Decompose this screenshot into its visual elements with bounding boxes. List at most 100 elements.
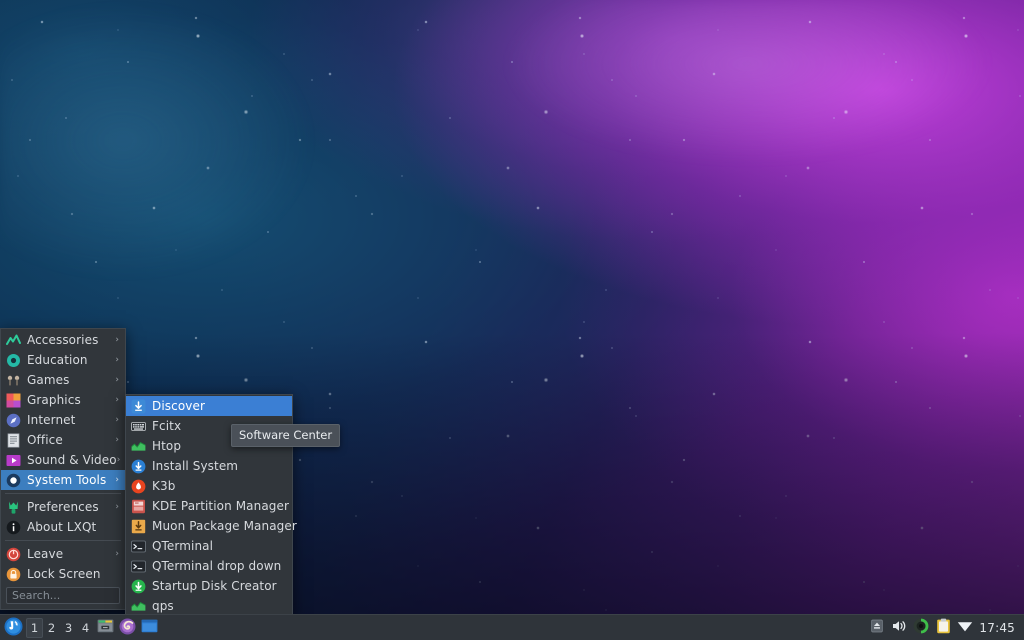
sound-video-icon — [6, 453, 21, 468]
chevron-right-icon: › — [115, 355, 119, 365]
lxqt-logo-icon — [4, 617, 23, 639]
submenu-item-k3b[interactable]: K3b — [126, 476, 292, 496]
desktop-label: 2 — [47, 620, 56, 635]
submenu-item-qterminal[interactable]: QTerminal — [126, 536, 292, 556]
education-icon — [6, 353, 21, 368]
menu-item-games[interactable]: Games › — [1, 370, 125, 390]
menu-item-label: Office — [27, 433, 63, 447]
tray-network[interactable] — [954, 615, 976, 640]
quick-launch-web-browser[interactable] — [116, 615, 138, 640]
clock-widget[interactable]: 17:45 — [976, 621, 1020, 635]
menu-item-leave[interactable]: Leave › — [1, 544, 125, 564]
menu-item-office[interactable]: Office › — [1, 430, 125, 450]
menu-item-label: System Tools — [27, 473, 107, 487]
submenu-item-label: Startup Disk Creator — [152, 579, 277, 593]
menu-item-label: Lock Screen — [27, 567, 101, 581]
menu-item-sound-video[interactable]: Sound & Video › — [1, 450, 125, 470]
menu-item-label: Leave — [27, 547, 64, 561]
office-icon — [6, 432, 21, 448]
submenu-item-label: QTerminal drop down — [152, 559, 282, 573]
menu-item-system-tools[interactable]: System Tools › — [1, 470, 125, 490]
chevron-right-icon: › — [115, 375, 119, 385]
menu-item-label: Preferences — [27, 500, 99, 514]
qterminal-icon — [131, 539, 146, 554]
submenu-item-label: Discover — [152, 399, 205, 413]
internet-icon — [6, 413, 21, 428]
submenu-item-qps[interactable]: qps — [126, 596, 292, 616]
submenu-item-install-system[interactable]: Install System — [126, 456, 292, 476]
volume-icon — [892, 619, 907, 636]
quick-launch-application[interactable] — [138, 615, 160, 640]
window-app-icon — [141, 619, 158, 636]
submenu-item-qterminal-drop-down[interactable]: QTerminal drop down — [126, 556, 292, 576]
clipboard-icon — [936, 618, 951, 637]
muon-package-icon — [131, 519, 146, 534]
menu-item-lock-screen[interactable]: Lock Screen — [1, 564, 125, 584]
network-icon — [957, 619, 973, 636]
system-tools-icon — [6, 473, 21, 488]
menu-item-education[interactable]: Education › — [1, 350, 125, 370]
chevron-right-icon: › — [115, 475, 119, 485]
desktop-switch-4[interactable]: 4 — [77, 618, 94, 638]
graphics-icon — [6, 393, 21, 408]
partition-manager-icon — [131, 499, 146, 514]
qterminal-dropdown-icon — [131, 559, 146, 574]
tray-clipboard[interactable] — [932, 615, 954, 640]
menu-item-about-lxqt[interactable]: About LXQt — [1, 517, 125, 537]
start-menu-button[interactable] — [0, 615, 26, 640]
submenu-item-discover[interactable]: Discover — [126, 396, 292, 416]
tray-volume[interactable] — [888, 615, 910, 640]
qps-icon — [131, 599, 146, 614]
chevron-right-icon: › — [115, 435, 119, 445]
submenu-item-label: qps — [152, 599, 174, 613]
menu-item-label: Education — [27, 353, 88, 367]
taskbar-panel: 1 2 3 4 17:45 — [0, 614, 1024, 640]
desktop-label: 3 — [64, 620, 73, 635]
menu-item-label: Internet — [27, 413, 76, 427]
submenu-item-label: Install System — [152, 459, 239, 473]
menu-separator — [5, 540, 121, 541]
menu-item-label: Sound & Video — [27, 453, 117, 467]
tray-eject[interactable] — [866, 615, 888, 640]
desktop-switch-2[interactable]: 2 — [43, 618, 60, 638]
about-info-icon — [6, 520, 21, 535]
submenu-item-label: K3b — [152, 479, 176, 493]
submenu-item-muon-package-manager[interactable]: Muon Package Manager — [126, 516, 297, 536]
menu-separator — [5, 493, 121, 494]
desktop-label: 4 — [81, 620, 90, 635]
system-tray: 17:45 — [866, 615, 1024, 640]
menu-item-label: Accessories — [27, 333, 99, 347]
discover-icon — [131, 399, 146, 414]
file-manager-icon — [97, 618, 114, 637]
desktop-switch-3[interactable]: 3 — [60, 618, 77, 638]
menu-item-label: Graphics — [27, 393, 81, 407]
menu-search-container — [1, 584, 125, 608]
menu-item-preferences[interactable]: Preferences › — [1, 497, 125, 517]
install-system-icon — [131, 459, 146, 474]
menu-item-label: About LXQt — [27, 520, 97, 534]
startup-disk-creator-icon — [131, 579, 146, 594]
lxqt-application-menu[interactable]: Accessories › Education › Games › Graphi… — [0, 328, 126, 610]
menu-item-accessories[interactable]: Accessories › — [1, 330, 125, 350]
menu-item-graphics[interactable]: Graphics › — [1, 390, 125, 410]
submenu-item-label: Muon Package Manager — [152, 519, 297, 533]
submenu-item-label: KDE Partition Manager — [152, 499, 290, 513]
tray-battery[interactable] — [910, 615, 932, 640]
search-input[interactable] — [6, 587, 120, 604]
htop-icon — [131, 439, 146, 454]
menu-item-internet[interactable]: Internet › — [1, 410, 125, 430]
tooltip-software-center: Software Center — [231, 424, 341, 447]
accessories-icon — [6, 333, 21, 348]
submenu-item-kde-partition-manager[interactable]: KDE Partition Manager — [126, 496, 292, 516]
submenu-item-startup-disk-creator[interactable]: Startup Disk Creator — [126, 576, 292, 596]
desktop-switch-1[interactable]: 1 — [26, 617, 43, 638]
web-browser-icon — [119, 618, 136, 638]
chevron-right-icon: › — [115, 549, 119, 559]
quick-launch-file-manager[interactable] — [94, 615, 116, 640]
submenu-item-label: QTerminal — [152, 539, 214, 553]
chevron-right-icon: › — [115, 502, 119, 512]
k3b-icon — [131, 479, 146, 494]
lock-screen-icon — [6, 567, 21, 582]
fcitx-keyboard-icon — [131, 419, 146, 434]
eject-icon — [870, 619, 884, 636]
